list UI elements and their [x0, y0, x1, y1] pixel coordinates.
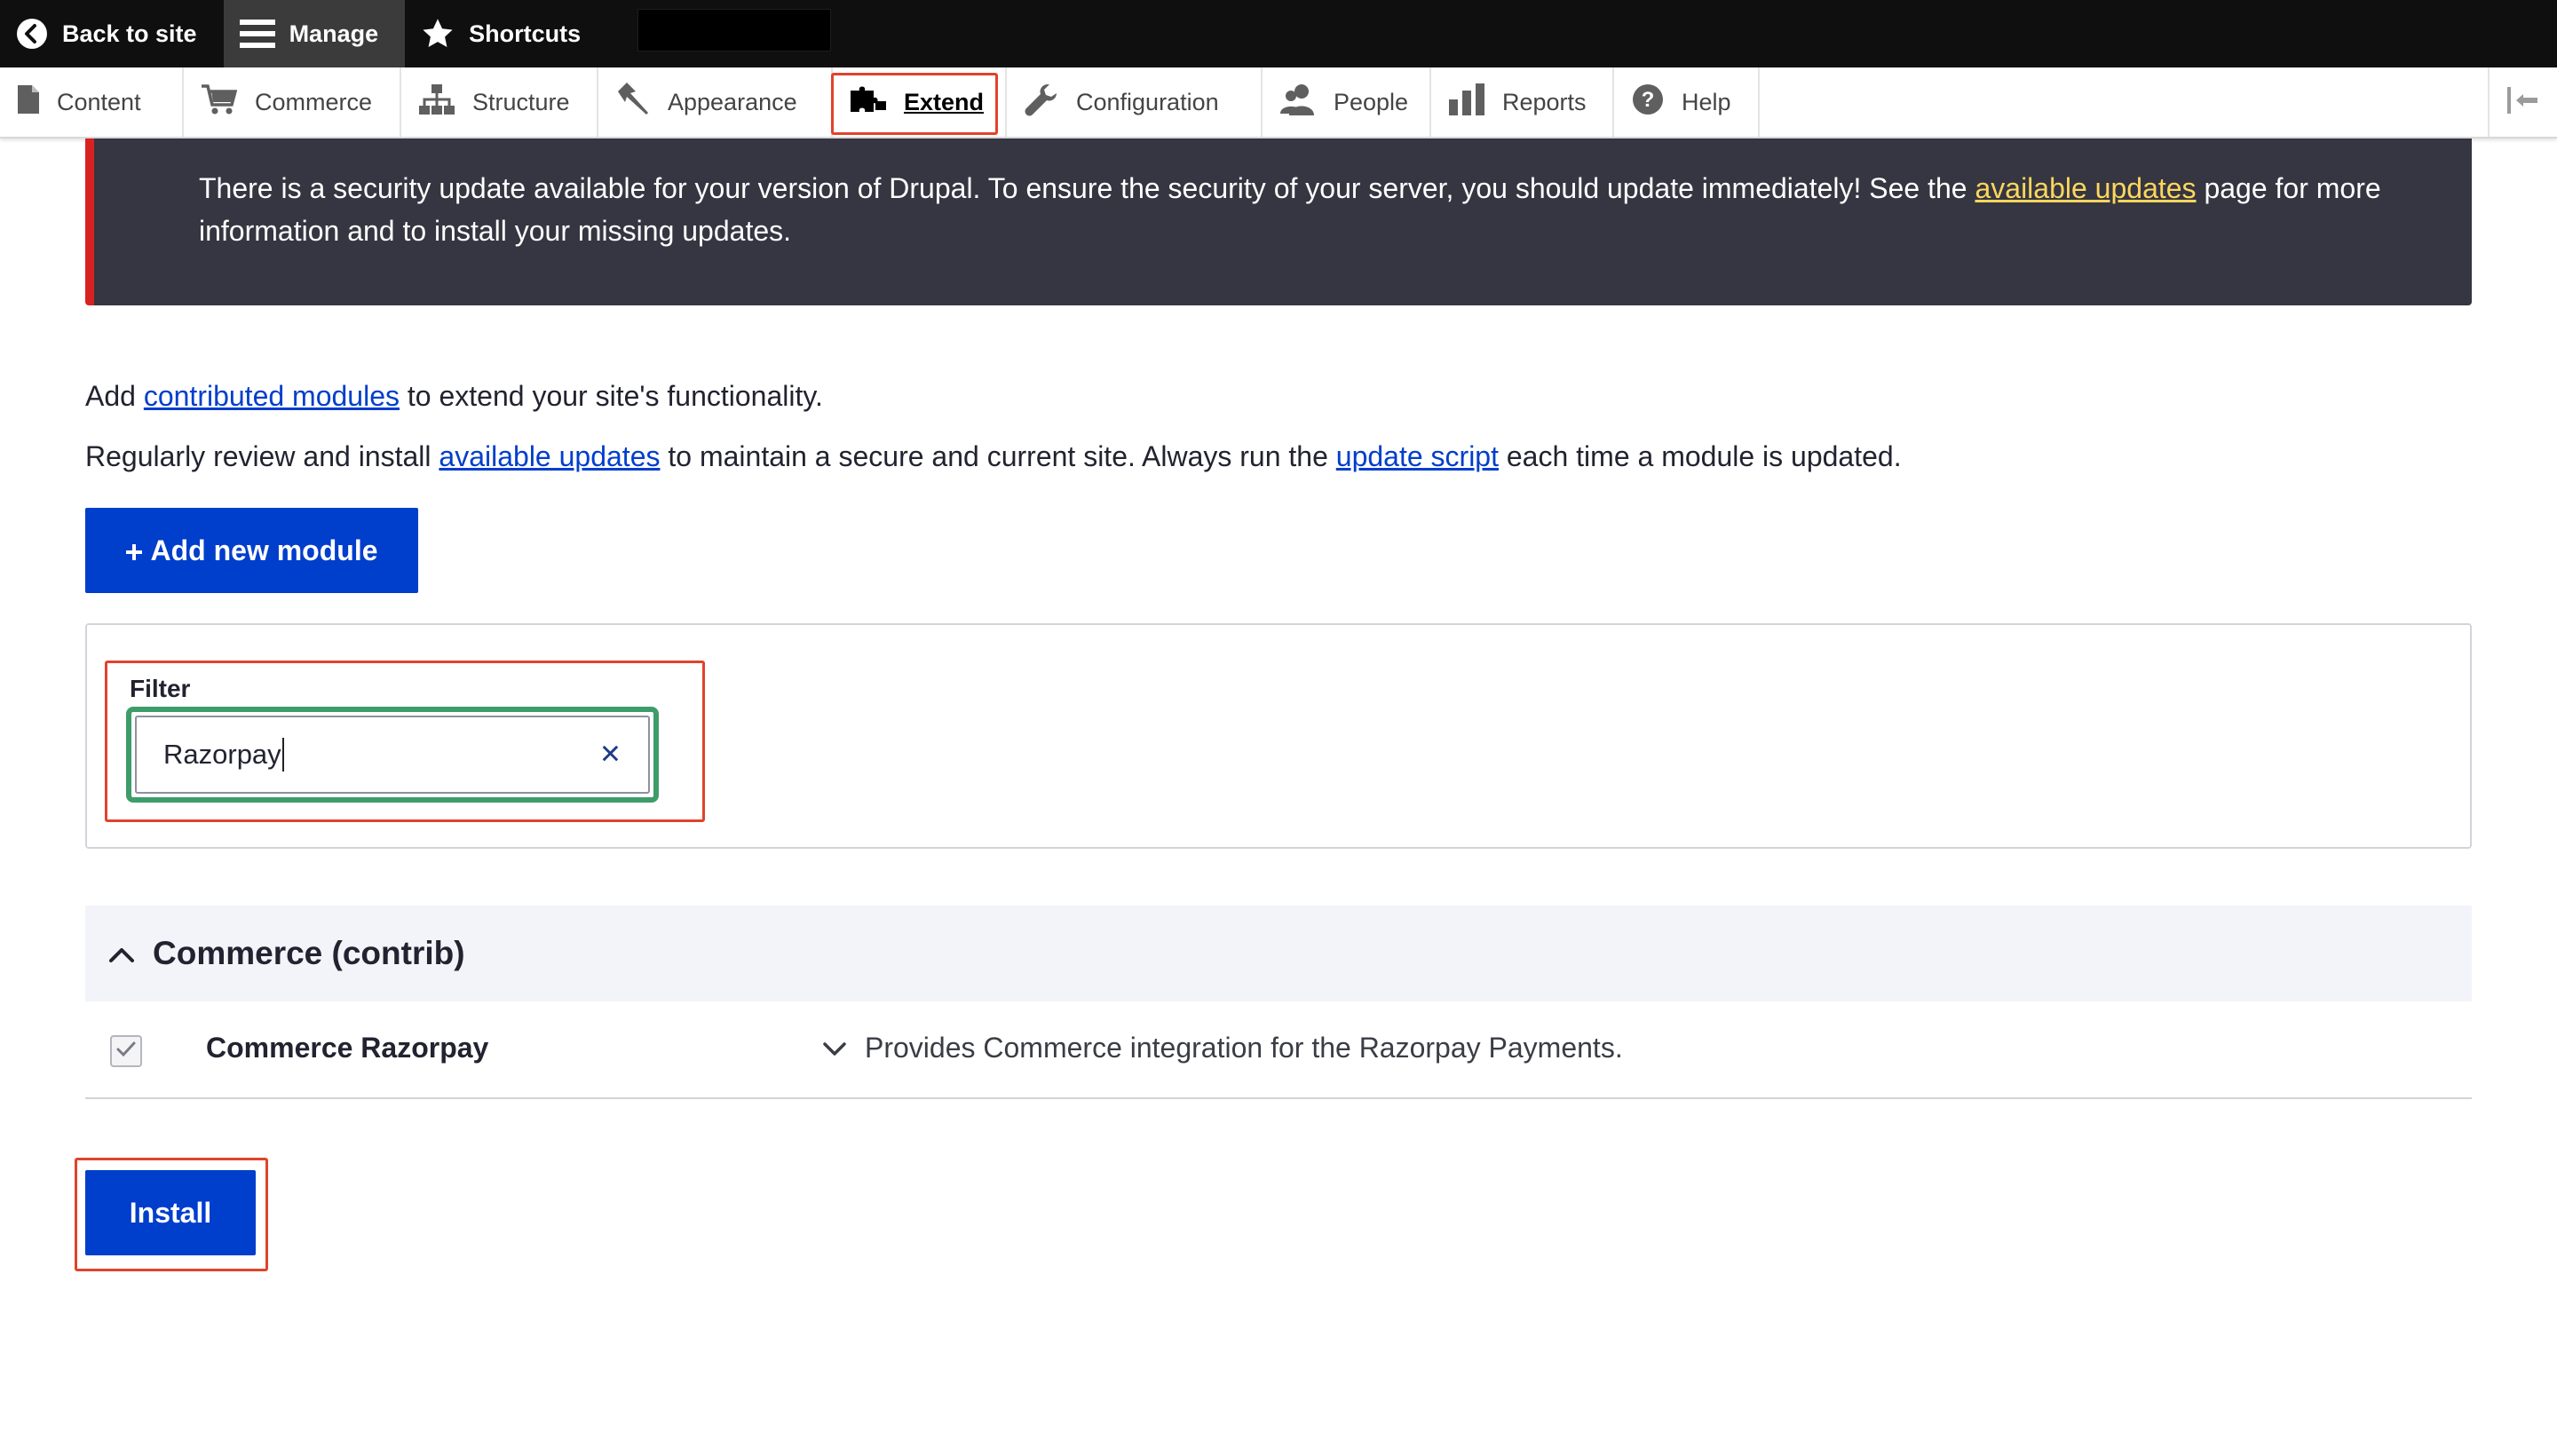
chevron-down-icon — [822, 1032, 847, 1064]
wrench-icon — [1025, 83, 1058, 123]
tray-item-label: Content — [57, 88, 141, 115]
filter-input[interactable]: Razorpay ✕ — [135, 716, 650, 794]
tray-item-label: Appearance — [668, 88, 797, 115]
people-icon — [1280, 83, 1316, 122]
module-description: Provides Commerce integration for the Ra… — [865, 1032, 1623, 1064]
manage-tab[interactable]: Manage — [223, 0, 406, 67]
tray-item-label: Reports — [1502, 88, 1587, 115]
tray-item-label: Configuration — [1076, 88, 1219, 115]
cart-icon — [202, 83, 238, 122]
package-header[interactable]: Commerce (contrib) — [85, 906, 2472, 1001]
tray-item-people[interactable]: People — [1263, 67, 1431, 137]
filter-label: Filter — [130, 675, 191, 702]
intro-paragraph: Add contributed modules to extend your s… — [85, 380, 823, 412]
module-name: Commerce Razorpay — [206, 1032, 489, 1064]
back-to-site-label: Back to site — [62, 20, 197, 47]
filter-input-value: Razorpay — [163, 739, 281, 770]
tray-item-content[interactable]: Content — [0, 67, 184, 137]
tray-item-label: Extend — [904, 88, 985, 115]
tray-item-extend[interactable]: Extend — [833, 67, 1007, 137]
tray-item-label: Help — [1682, 88, 1731, 115]
puzzle-icon — [851, 83, 886, 122]
tray-orientation-toggle[interactable] — [2488, 67, 2557, 137]
tray-item-help[interactable]: ? Help — [1614, 67, 1760, 137]
star-icon — [421, 17, 455, 51]
package-title: Commerce (contrib) — [153, 935, 465, 971]
collapse-left-icon — [2507, 86, 2539, 118]
sitemap-icon — [419, 83, 455, 121]
help-icon: ? — [1632, 83, 1664, 122]
redacted-user-menu[interactable] — [637, 9, 831, 51]
plus-icon — [125, 534, 142, 567]
tray-item-appearance[interactable]: Appearance — [598, 67, 833, 137]
admin-toolbar: Back to site Manage Shortcuts — [0, 0, 2557, 67]
module-checkbox[interactable] — [110, 1035, 142, 1067]
text-caret — [281, 738, 284, 772]
tray-item-structure[interactable]: Structure — [401, 67, 598, 137]
back-to-site-link[interactable]: Back to site — [0, 0, 224, 67]
admin-tray: Content Commerce Structure Appearance Ex… — [0, 67, 2557, 138]
back-arrow-icon — [16, 18, 48, 50]
tray-item-configuration[interactable]: Configuration — [1007, 67, 1263, 137]
tray-item-label: Commerce — [255, 88, 373, 115]
hamburger-icon — [239, 18, 275, 50]
updates-paragraph: Regularly review and install available u… — [85, 440, 1902, 472]
tray-item-label: People — [1334, 88, 1409, 115]
tray-item-label: Structure — [472, 88, 570, 115]
contributed-modules-link[interactable]: contributed modules — [144, 380, 400, 412]
tray-item-reports[interactable]: Reports — [1431, 67, 1614, 137]
bar-chart-icon — [1449, 83, 1484, 122]
manage-label: Manage — [289, 20, 379, 47]
shortcuts-label: Shortcuts — [469, 20, 582, 47]
available-updates-link[interactable]: available updates — [1975, 172, 2196, 204]
file-icon — [18, 84, 39, 120]
paintbrush-icon — [616, 82, 650, 123]
checkmark-icon — [115, 1041, 137, 1063]
available-updates-link-2[interactable]: available updates — [439, 440, 660, 472]
security-warning-message: There is a security update available for… — [85, 138, 2472, 305]
chevron-up-icon — [108, 935, 135, 972]
message-text-before: There is a security update available for… — [199, 172, 1975, 204]
filter-input-focus-ring[interactable]: Razorpay ✕ — [126, 707, 659, 803]
install-button[interactable]: Install — [85, 1170, 256, 1255]
shortcuts-tab[interactable]: Shortcuts — [405, 0, 607, 67]
clear-filter-icon[interactable]: ✕ — [599, 740, 621, 771]
add-new-module-button[interactable]: Add new module — [85, 508, 418, 593]
module-description-toggle[interactable]: Provides Commerce integration for the Ra… — [822, 1032, 1623, 1064]
tray-item-commerce[interactable]: Commerce — [184, 67, 401, 137]
module-row: Commerce Razorpay Provides Commerce inte… — [85, 1001, 2472, 1099]
update-script-link[interactable]: update script — [1336, 440, 1499, 472]
svg-text:?: ? — [1642, 88, 1655, 112]
